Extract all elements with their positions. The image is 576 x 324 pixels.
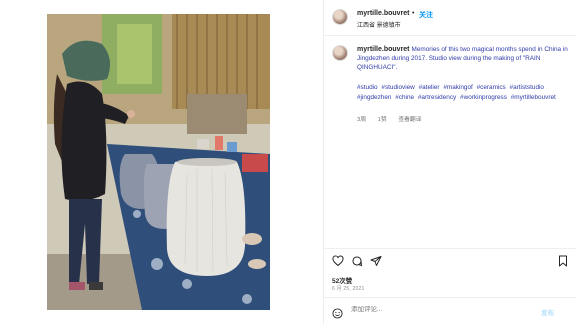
caption-avatar[interactable] — [332, 45, 348, 61]
comment-input[interactable] — [351, 306, 531, 313]
share-icon[interactable] — [370, 255, 382, 267]
studio-photo-illustration — [47, 14, 270, 310]
post-comment-button[interactable]: 发布 — [541, 307, 554, 317]
author-username[interactable]: myrtille.bouvret — [357, 10, 410, 17]
hashtag-link[interactable]: #makingof — [443, 84, 473, 91]
caption-meta: 3周 1赞 查看翻译 — [357, 114, 432, 123]
caption-section: myrtille.bouvret Memories of this two mag… — [324, 37, 576, 247]
author-avatar[interactable] — [332, 9, 348, 25]
hashtag-link[interactable]: #atelier — [419, 84, 440, 91]
like-count[interactable]: 52次赞 — [332, 275, 352, 285]
caption-likes[interactable]: 1赞 — [378, 117, 387, 123]
heart-icon[interactable] — [332, 255, 344, 267]
smile-icon[interactable] — [332, 306, 343, 319]
hashtag-link[interactable]: #chine — [395, 94, 414, 101]
hashtag-link[interactable]: #studio — [357, 84, 378, 91]
separator-dot: • — [412, 10, 415, 17]
hashtag-link[interactable]: #studioview — [381, 84, 414, 91]
post-location[interactable]: 江西省 景德镇市 — [357, 20, 401, 29]
hashtag-link[interactable]: #artresidency — [418, 94, 456, 101]
hashtag-link[interactable]: #artiststudio — [510, 84, 544, 91]
hashtag-link[interactable]: #workinprogress — [460, 94, 507, 101]
translate-link[interactable]: 查看翻译 — [398, 117, 421, 123]
hashtag-link[interactable]: #jingdezhen — [357, 94, 391, 101]
follow-button[interactable]: 关注 — [419, 10, 433, 20]
hashtag-link[interactable]: #ceramics — [477, 84, 506, 91]
hashtag-list: #studio #studioview #atelier #makingof #… — [357, 83, 569, 102]
comment-bar: 发布 — [324, 297, 576, 324]
post-date: 6 月 25, 2021 — [332, 286, 365, 292]
instagram-post-view: myrtille.bouvret • 关注 江西省 景德镇市 myrtille.… — [0, 0, 576, 324]
caption-username[interactable]: myrtille.bouvret — [357, 46, 410, 53]
caption-time: 3周 — [357, 117, 367, 123]
hashtag-link[interactable]: #myrtillebouvret — [511, 94, 556, 101]
post-photo[interactable] — [47, 14, 270, 310]
comment-icon[interactable] — [351, 255, 363, 267]
bookmark-icon[interactable] — [557, 255, 569, 267]
caption-text: myrtille.bouvret Memories of this two mag… — [357, 45, 569, 72]
post-header: myrtille.bouvret • 关注 江西省 景德镇市 — [324, 0, 576, 36]
post-details-panel: myrtille.bouvret • 关注 江西省 景德镇市 myrtille.… — [323, 0, 576, 324]
action-bar — [324, 248, 576, 270]
